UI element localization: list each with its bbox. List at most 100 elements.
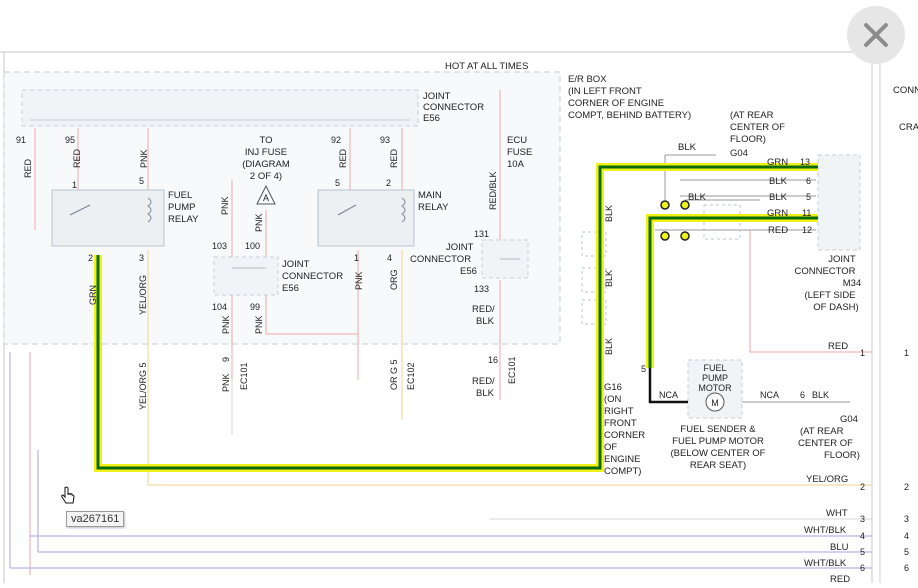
image-id-tooltip: va267161 — [66, 511, 125, 527]
blk-vert-1: BLK — [604, 205, 614, 222]
pin-104: 104 — [212, 302, 227, 312]
pump-pin-5: 5 — [641, 364, 646, 374]
pin-93: 93 — [380, 135, 390, 145]
pin-9: 9 — [221, 357, 231, 362]
inj-fuse-l2: INJ FUSE — [245, 147, 287, 158]
close-button[interactable] — [847, 6, 905, 64]
g04-bottom-l2: (AT REAR — [800, 426, 844, 437]
row-3: 3 — [860, 514, 865, 524]
er-box-l3: CORNER OF ENGINE — [568, 98, 664, 109]
jc-e56-right-l1: JOINT — [446, 242, 474, 253]
m34-l5: OF DASH) — [813, 302, 858, 313]
ecu-fuse-l1: ECU — [507, 135, 527, 146]
nca-left: NCA — [659, 390, 678, 400]
mr-pin-1: 1 — [354, 253, 359, 263]
nca-right: NCA — [760, 390, 779, 400]
wire-org-4: ORG — [389, 269, 399, 290]
er-box-l4: COMPT, BEHIND BATTERY) — [568, 110, 691, 121]
ec102-label: EC102 — [406, 362, 416, 390]
yel-org-5: YEL/ORG 5 — [138, 362, 148, 410]
inj-fuse-l4: 2 OF 4) — [250, 171, 282, 182]
wire-yel-org-3: YEL/ORG — [138, 275, 148, 315]
g16-l3: RIGHT — [604, 406, 634, 417]
rr-1: 1 — [904, 348, 909, 358]
er-box-l1: E/R BOX — [568, 74, 607, 85]
g16-l7: ENGINE — [604, 454, 640, 465]
fpm-l1: FUEL — [703, 363, 726, 373]
red-blk-133-l2: BLK — [476, 316, 495, 327]
pin-95: 95 — [65, 135, 75, 145]
pin-6-bottom: 6 — [800, 390, 805, 400]
hot-at-all-times: HOT AT ALL TIMES — [445, 61, 528, 72]
g04-bottom-l4: FLOOR) — [824, 450, 860, 461]
ec101-label: EC101 — [239, 362, 249, 390]
m34-l4: (LEFT SIDE — [804, 290, 855, 301]
g04-top-l3: FLOOR) — [730, 134, 766, 145]
org-5: OR G 5 — [389, 359, 399, 390]
label-layer: HOT AT ALL TIMES CONN CRA JOINT CONNECTO… — [16, 61, 918, 583]
mr-pin-4: 4 — [387, 253, 392, 263]
g04-bottom-l1: G04 — [840, 414, 858, 425]
g04-bottom-l3: CENTER OF — [798, 438, 853, 449]
fpr-pin-2: 2 — [88, 253, 93, 263]
jc-e56-mid-l3: E56 — [282, 283, 299, 294]
wire-grn-2: GRN — [88, 285, 98, 305]
rr-4: 4 — [904, 531, 909, 541]
row-5: 5 — [860, 547, 865, 557]
g16-l2: (ON — [604, 394, 622, 405]
g16-l6: OF — [604, 442, 617, 453]
red-blk-133-l1: RED/ — [472, 304, 495, 315]
ec101b-label: EC101 — [507, 356, 517, 384]
fpr-pin-3: 3 — [139, 253, 144, 263]
rr-5: 5 — [904, 547, 909, 557]
jc-e56-mid-l2: CONNECTOR — [282, 271, 343, 282]
jc-e56-right-l2: CONNECTOR — [410, 254, 471, 265]
m34-pin-5: 5 — [806, 192, 811, 202]
rr-6: 6 — [904, 563, 909, 573]
jc-e56-top-l1: JOINT — [423, 91, 451, 102]
hand-cursor-icon — [61, 486, 75, 504]
pin-92: 92 — [331, 135, 341, 145]
fpr-l3: RELAY — [168, 214, 199, 225]
fpr-pin-5: 5 — [139, 176, 144, 186]
pin-103: 103 — [212, 241, 227, 251]
ecu-fuse-l2: FUSE — [507, 147, 532, 158]
red-bottom: RED — [828, 341, 848, 352]
pin-133: 133 — [474, 284, 489, 294]
g16-l8: COMPT) — [604, 466, 641, 477]
jc-e56-top-l3: E56 — [423, 113, 440, 124]
blk-g04: BLK — [678, 142, 697, 153]
fpm-l3: MOTOR — [698, 383, 732, 393]
g16-l4: FRONT — [604, 418, 637, 429]
pin-16: 16 — [488, 355, 498, 365]
jc-e56-right-l3: E56 — [460, 266, 477, 277]
m34-pin-6: 6 — [806, 176, 811, 186]
wht-blk: WHT/BLK — [804, 525, 847, 536]
wire-pnk-inj: PNK — [220, 196, 230, 215]
blk-vert-2: BLK — [604, 270, 614, 287]
g16-l5: CORNER — [604, 430, 645, 441]
mr-l1: MAIN — [418, 190, 442, 201]
yel-org-bottom: YEL/ORG — [806, 474, 848, 485]
m34-pin-11: 11 — [802, 208, 811, 218]
row-4: 4 — [860, 531, 865, 541]
rr-3: 3 — [904, 514, 909, 524]
sender-l2: FUEL PUMP MOTOR — [672, 436, 764, 447]
fpr-l1: FUEL — [168, 190, 192, 201]
wht: WHT — [826, 508, 848, 519]
g04-top-l4: G04 — [730, 148, 748, 159]
wire-red-95: RED — [72, 148, 82, 168]
fpm-l2: PUMP — [702, 373, 728, 383]
fpr-l2: PUMP — [168, 202, 195, 213]
row-1: 1 — [860, 348, 865, 358]
m34-l1: JOINT — [828, 254, 856, 265]
fpr-pin-1: 1 — [72, 180, 77, 190]
red-blk-16-l1: RED/ — [472, 376, 495, 387]
m34-grn-13: GRN — [767, 157, 788, 168]
g04-top-l2: CENTER OF — [730, 122, 785, 133]
jc-e56-top-l2: CONNECTOR — [423, 102, 484, 113]
wire-red-blk: RED/BLK — [488, 171, 498, 210]
blk-right: BLK — [812, 390, 829, 400]
right-panel-cra: CRA — [899, 122, 918, 133]
blk-mid: BLK — [688, 192, 707, 203]
